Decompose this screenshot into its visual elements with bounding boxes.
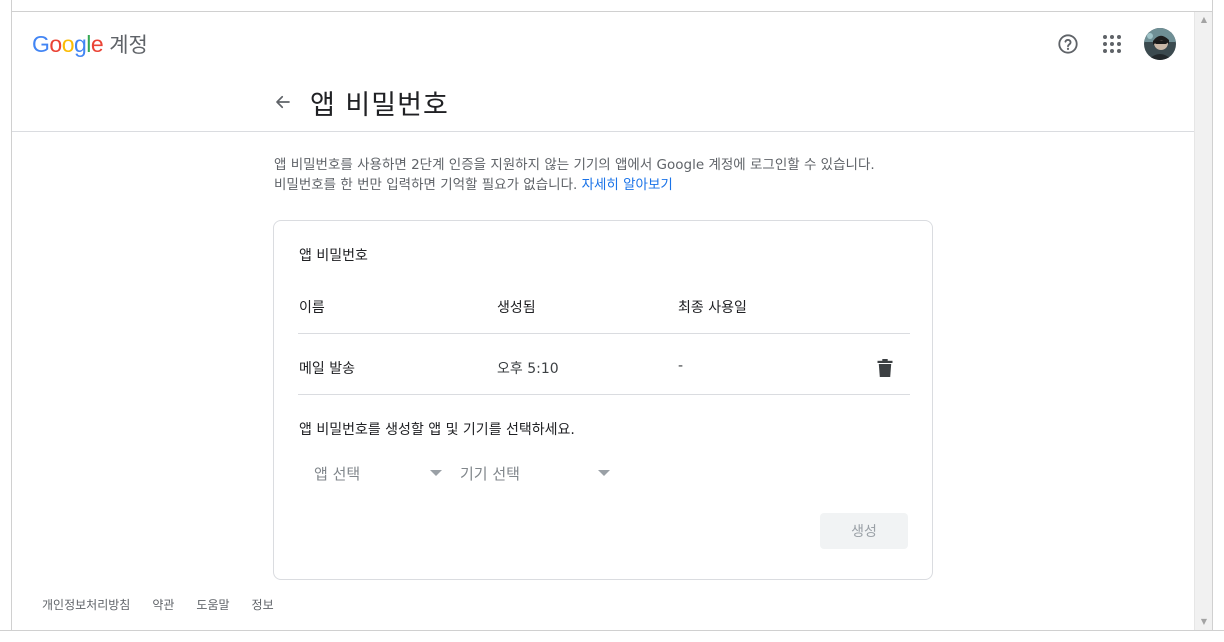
dropdown-arrow-icon [598, 470, 610, 476]
card-title: 앱 비밀번호 [299, 248, 368, 264]
learn-more-link[interactable]: 자세히 알아보기 [582, 177, 673, 193]
page-description: 앱 비밀번호를 사용하면 2단계 인증을 지원하지 않는 기기의 앱에서 Goo… [274, 155, 954, 195]
browser-window: Google 계정 앱 비밀번호 앱 비밀번호를 사용하면 2단계 인증을 지원… [0, 0, 1224, 642]
footer-link-privacy[interactable]: 개인정보처리방침 [42, 596, 130, 613]
description-line-2: 비밀번호를 한 번만 입력하면 기억할 필요가 없습니다. 자세히 알아보기 [274, 175, 954, 195]
description-text: 비밀번호를 한 번만 입력하면 기억할 필요가 없습니다. [274, 177, 578, 193]
apps-button[interactable] [1096, 28, 1128, 60]
page-title: 앱 비밀번호 [310, 89, 449, 121]
avatar-image [1144, 28, 1176, 60]
product-name: 계정 [109, 33, 148, 57]
logo-letter: o [49, 30, 62, 57]
device-select-label: 기기 선택 [460, 464, 520, 483]
header-divider [12, 131, 1194, 132]
window-top-border [0, 0, 1224, 12]
help-button[interactable] [1052, 28, 1084, 60]
footer-links: 개인정보처리방침 약관 도움말 정보 [42, 596, 274, 613]
delete-button[interactable] [874, 357, 896, 379]
logo-letter: G [32, 30, 50, 57]
select-prompt: 앱 비밀번호를 생성할 앱 및 기기를 선택하세요. [299, 422, 575, 438]
footer-link-terms[interactable]: 약관 [152, 596, 174, 613]
app-select-label: 앱 선택 [314, 464, 361, 483]
table-divider [298, 394, 910, 395]
generate-button[interactable]: 생성 [820, 513, 908, 549]
logo-letter: g [73, 30, 87, 57]
row-created: 오후 5:10 [497, 361, 559, 377]
column-header-created: 생성됨 [497, 300, 536, 316]
column-header-name: 이름 [299, 300, 325, 316]
footer-link-about[interactable]: 정보 [252, 596, 274, 613]
window-bottom-border [0, 630, 1224, 642]
logo-letter: e [90, 30, 104, 57]
google-wordmark: Google [32, 30, 104, 58]
scroll-down-icon[interactable]: ▼ [1195, 614, 1213, 630]
table-divider [298, 333, 910, 334]
logo-letter: o [61, 30, 75, 57]
row-name: 메일 발송 [299, 361, 355, 377]
dropdown-arrow-icon [430, 470, 442, 476]
window-left-border [0, 0, 12, 642]
app-select-dropdown[interactable]: 앱 선택 [314, 461, 442, 485]
back-button[interactable] [270, 89, 296, 115]
app-passwords-card: 앱 비밀번호 이름 생성됨 최종 사용일 메일 발송 오후 5:10 - 앱 비… [273, 220, 933, 580]
window-right-border [1212, 0, 1224, 642]
google-account-logo[interactable]: Google 계정 [32, 30, 148, 58]
help-circle-icon [1058, 34, 1078, 54]
vertical-scrollbar[interactable]: ▲ ▼ [1194, 12, 1212, 630]
device-select-dropdown[interactable]: 기기 선택 [460, 461, 610, 485]
scroll-up-icon[interactable]: ▲ [1195, 12, 1213, 28]
account-avatar[interactable] [1144, 28, 1176, 60]
row-last-used: - [678, 358, 684, 374]
trash-icon [877, 359, 893, 377]
footer-link-help[interactable]: 도움말 [196, 596, 229, 613]
column-header-last-used: 최종 사용일 [678, 300, 747, 316]
description-line-1: 앱 비밀번호를 사용하면 2단계 인증을 지원하지 않는 기기의 앱에서 Goo… [274, 157, 875, 173]
apps-grid-icon [1103, 35, 1121, 53]
arrow-back-icon [276, 95, 290, 109]
